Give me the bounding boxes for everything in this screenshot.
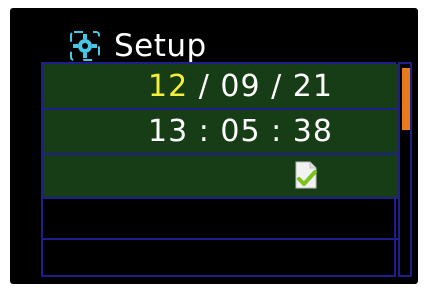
date-separator: /	[260, 68, 293, 104]
date-separator: /	[188, 68, 221, 104]
scroll-thumb[interactable]	[402, 68, 410, 130]
time-separator: :	[260, 114, 293, 149]
time-separator: :	[188, 114, 221, 149]
page-title: Setup	[114, 27, 207, 64]
camera-setup-screen: Setup 12 / 09 / 21 13 : 05 : 38	[10, 8, 418, 284]
empty-row	[43, 199, 398, 240]
month-field[interactable]: 09	[220, 69, 260, 104]
empty-row	[43, 240, 398, 279]
settings-list: 12 / 09 / 21 13 : 05 : 38	[41, 62, 398, 279]
hour-field[interactable]: 13	[148, 114, 188, 149]
minute-field[interactable]: 05	[220, 114, 260, 149]
day-field[interactable]: 12	[148, 69, 188, 104]
time-row[interactable]: 13 : 05 : 38	[43, 110, 398, 155]
confirm-row[interactable]	[43, 155, 398, 199]
date-row[interactable]: 12 / 09 / 21	[43, 64, 398, 110]
year-field[interactable]: 21	[293, 69, 333, 104]
second-field[interactable]: 38	[293, 114, 333, 149]
confirm-check-icon[interactable]	[294, 161, 318, 191]
setup-icon	[70, 31, 100, 61]
scrollbar[interactable]	[398, 62, 412, 277]
